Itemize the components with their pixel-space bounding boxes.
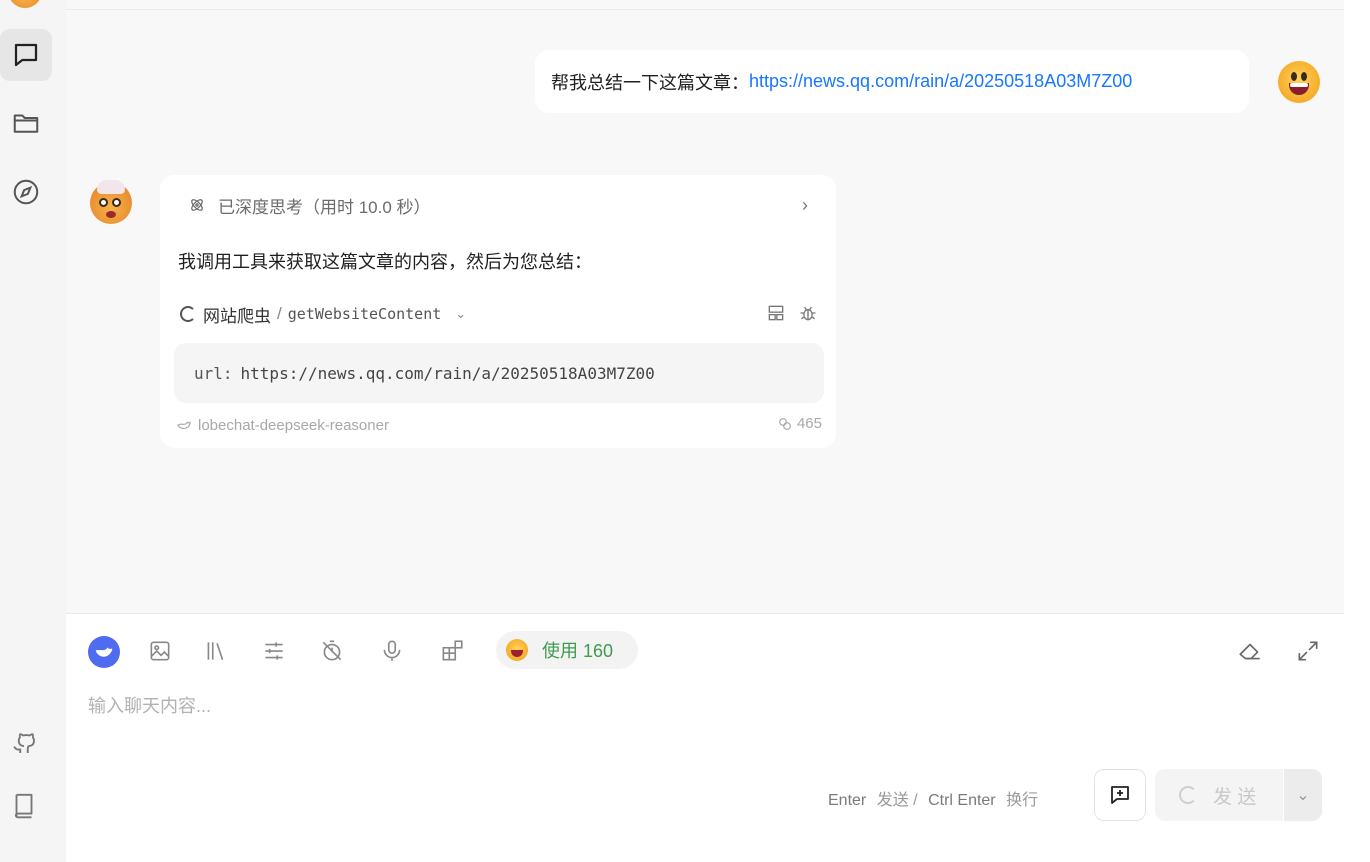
chat-bubble-icon bbox=[14, 43, 38, 67]
thinking-toggle[interactable]: 已深度思考（用时 10.0 秒） › bbox=[188, 193, 808, 217]
sidebar-item-docs[interactable] bbox=[0, 780, 50, 832]
clear-input-button[interactable] bbox=[1234, 635, 1266, 667]
whale-icon bbox=[177, 421, 191, 430]
params-button[interactable] bbox=[258, 635, 290, 667]
voice-input-button[interactable] bbox=[376, 635, 408, 667]
folder-icon bbox=[13, 114, 39, 133]
grin-emoji-icon bbox=[506, 639, 528, 661]
token-icon bbox=[779, 417, 791, 430]
tool-api-name: getWebsiteContent bbox=[287, 305, 442, 323]
blocks-icon bbox=[442, 640, 463, 661]
sidebar-item-discover[interactable] bbox=[0, 166, 52, 218]
atom-icon bbox=[191, 199, 203, 211]
expand-icon bbox=[1298, 641, 1318, 661]
assistant-reply-text: 我调用工具来获取这篇文章的内容，然后为您总结： bbox=[178, 252, 592, 272]
token-count-value: 465 bbox=[796, 415, 822, 432]
send-button[interactable]: 发 送 bbox=[1155, 769, 1283, 821]
usage-counter[interactable]: 使用 160 bbox=[496, 631, 638, 669]
sidebar-item-files[interactable] bbox=[0, 97, 52, 149]
layout-icon[interactable] bbox=[766, 303, 786, 323]
loading-spinner-icon bbox=[180, 306, 196, 322]
chat-input-panel: 使用 160 Enter 发送 / Ctrl Enter 换行 bbox=[66, 613, 1344, 862]
loading-spinner-icon bbox=[1179, 786, 1197, 804]
github-icon bbox=[13, 733, 35, 753]
knowledge-base-button[interactable] bbox=[200, 635, 232, 667]
right-edge bbox=[1344, 0, 1370, 862]
library-icon bbox=[207, 642, 224, 660]
sidebar-item-chat[interactable] bbox=[0, 29, 52, 81]
hint-newline: 换行 bbox=[1006, 792, 1039, 809]
chevron-down-icon[interactable]: ⌄ bbox=[455, 306, 466, 322]
expand-input-button[interactable] bbox=[1292, 635, 1324, 667]
usage-label: 使用 160 bbox=[542, 641, 614, 661]
user-message-bubble: 帮我总结一下这篇文章： https://news.qq.com/rain/a/2… bbox=[535, 50, 1249, 113]
image-icon bbox=[150, 641, 170, 661]
hint-enter: Enter bbox=[828, 792, 867, 809]
new-topic-button[interactable] bbox=[1094, 769, 1146, 821]
send-options-button[interactable]: ⌄ bbox=[1284, 769, 1322, 821]
token-count: 465 bbox=[777, 415, 822, 432]
microphone-icon bbox=[383, 640, 401, 661]
tool-separator: / bbox=[277, 304, 282, 323]
app-window: 帮我总结一下这篇文章： https://news.qq.com/rain/a/2… bbox=[0, 0, 1370, 862]
model-name: lobechat-deepseek-reasoner bbox=[198, 416, 389, 434]
send-label: 发 送 bbox=[1213, 786, 1257, 808]
chat-input[interactable] bbox=[88, 694, 1188, 718]
timer-off-icon bbox=[322, 640, 342, 661]
model-selector-button[interactable] bbox=[88, 636, 120, 668]
tool-arguments: url: https://news.qq.com/rain/a/20250518… bbox=[174, 343, 824, 403]
chat-main: 帮我总结一下这篇文章： https://news.qq.com/rain/a/2… bbox=[66, 0, 1344, 862]
user-message-text: 帮我总结一下这篇文章： bbox=[551, 72, 749, 93]
user-avatar-top[interactable] bbox=[8, 0, 42, 8]
user-message-link[interactable]: https://news.qq.com/rain/a/20250518A03M7… bbox=[749, 71, 1132, 92]
assistant-avatar[interactable] bbox=[90, 180, 132, 224]
sliders-icon bbox=[265, 642, 283, 660]
compass-icon bbox=[13, 179, 39, 205]
header-divider bbox=[66, 9, 1344, 10]
deepseek-logo-icon bbox=[95, 647, 113, 657]
sidebar bbox=[0, 0, 66, 862]
user-avatar[interactable] bbox=[1278, 61, 1320, 103]
tool-arg-value: https://news.qq.com/rain/a/20250518A03M7… bbox=[240, 363, 655, 383]
assistant-message-card: 已深度思考（用时 10.0 秒） › 我调用工具来获取这篇文章的内容，然后为您总… bbox=[160, 175, 836, 448]
keyboard-hint: Enter 发送 / Ctrl Enter 换行 bbox=[828, 786, 1038, 810]
message-meta: lobechat-deepseek-reasoner 465 bbox=[176, 415, 822, 435]
bug-icon[interactable] bbox=[798, 303, 818, 323]
sidebar-item-github[interactable] bbox=[0, 717, 50, 769]
chevron-down-icon: ⌄ bbox=[1296, 787, 1310, 804]
tool-call-header[interactable]: 网站爬虫 / getWebsiteContent ⌄ bbox=[180, 301, 818, 327]
hint-ctrl-enter: Ctrl Enter bbox=[928, 792, 996, 809]
plugins-button[interactable] bbox=[436, 635, 468, 667]
thinking-label: 已深度思考（用时 10.0 秒） bbox=[218, 197, 431, 217]
upload-image-button[interactable] bbox=[144, 635, 176, 667]
message-plus-icon bbox=[1111, 786, 1129, 804]
history-limit-button[interactable] bbox=[316, 635, 348, 667]
tool-arg-key: url: bbox=[194, 363, 233, 383]
hint-send: 发送 / bbox=[876, 792, 918, 809]
tool-plugin-name: 网站爬虫 bbox=[203, 306, 271, 326]
eraser-icon bbox=[1239, 643, 1260, 660]
book-icon bbox=[14, 793, 33, 819]
chevron-right-icon: › bbox=[802, 195, 808, 215]
